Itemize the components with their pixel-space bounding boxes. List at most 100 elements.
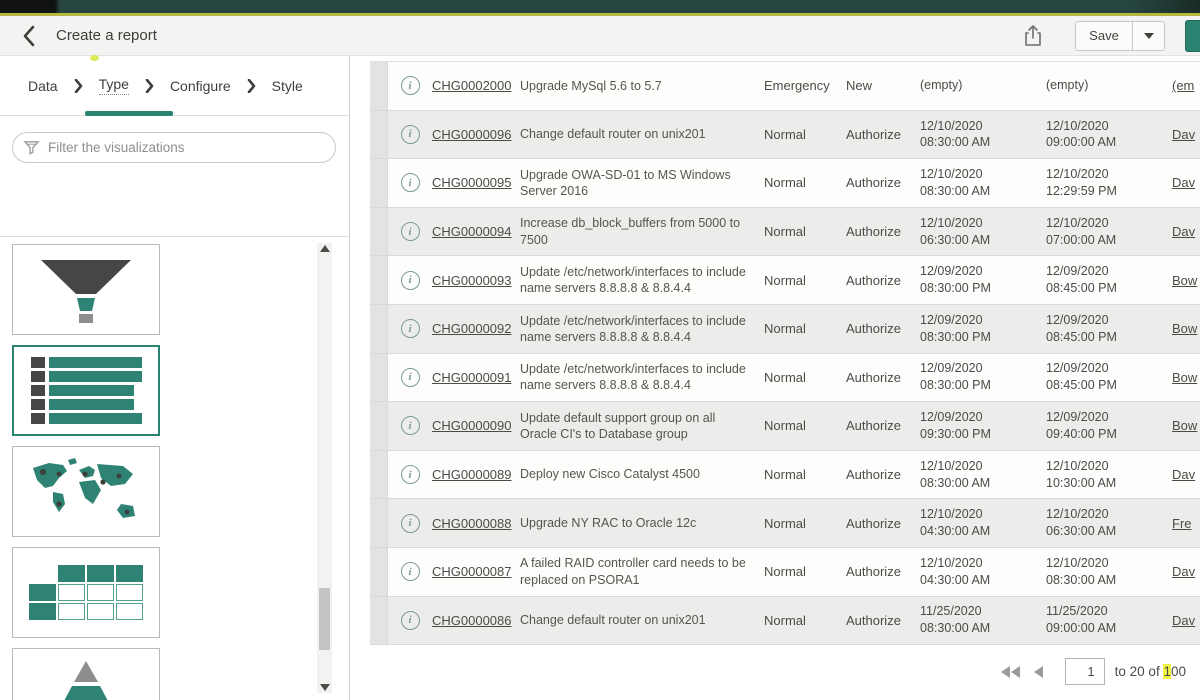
change-number-link[interactable]: CHG0000096 [432, 127, 512, 142]
prev-page-icon [1034, 666, 1043, 678]
assignee-link[interactable]: (em [1172, 78, 1194, 93]
table-row[interactable]: i CHG0000093 Update /etc/network/interfa… [370, 256, 1200, 305]
table-row[interactable]: i CHG0000092 Update /etc/network/interfa… [370, 305, 1200, 354]
state: Authorize [846, 516, 920, 531]
info-icon[interactable]: i [401, 514, 420, 533]
first-page-button[interactable] [1001, 666, 1020, 678]
short-description: Upgrade OWA-SD-01 to MS Windows Server 2… [520, 167, 764, 200]
change-number-link[interactable]: CHG0000092 [432, 321, 512, 336]
assignee-link[interactable]: Bow [1172, 321, 1197, 336]
assignee-link[interactable]: Fre [1172, 516, 1192, 531]
info-icon[interactable]: i [401, 125, 420, 144]
filter-input[interactable] [48, 140, 325, 155]
share-icon [1023, 24, 1043, 48]
assignee-link[interactable]: Bow [1172, 273, 1197, 288]
short-description: Update /etc/network/interfaces to includ… [520, 313, 764, 346]
save-split-button: Save [1075, 21, 1165, 51]
info-icon[interactable]: i [401, 271, 420, 290]
change-number-link[interactable]: CHG0000088 [432, 516, 512, 531]
priority: Normal [764, 321, 846, 336]
change-number-link[interactable]: CHG0000095 [432, 175, 512, 190]
viz-scrollbar[interactable] [317, 243, 332, 693]
table-row[interactable]: i CHG0000089 Deploy new Cisco Catalyst 4… [370, 451, 1200, 500]
short-description: Change default router on unix201 [520, 126, 764, 142]
priority: Normal [764, 613, 846, 628]
step-style[interactable]: Style [272, 78, 303, 94]
viz-list-selected[interactable] [12, 345, 160, 436]
priority: Normal [764, 127, 846, 142]
start-date: 11/25/2020 08:30:00 AM [920, 603, 1046, 637]
state: Authorize [846, 564, 920, 579]
info-icon[interactable]: i [401, 319, 420, 338]
assignee-link[interactable]: Dav [1172, 175, 1195, 190]
start-date: 12/10/2020 04:30:00 AM [920, 506, 1046, 540]
table-row[interactable]: i CHG0000086 Change default router on un… [370, 597, 1200, 646]
back-button[interactable] [22, 25, 42, 47]
start-date: (empty) [920, 77, 1046, 94]
table-row[interactable]: i CHG0000091 Update /etc/network/interfa… [370, 354, 1200, 403]
info-icon[interactable]: i [401, 611, 420, 630]
short-description: Upgrade MySql 5.6 to 5.7 [520, 78, 764, 94]
change-number-link[interactable]: CHG0000090 [432, 418, 512, 433]
short-description: Update /etc/network/interfaces to includ… [520, 264, 764, 297]
info-icon[interactable]: i [401, 562, 420, 581]
row-edge-strip [370, 597, 388, 645]
change-number-link[interactable]: CHG0000091 [432, 370, 512, 385]
info-icon[interactable]: i [401, 368, 420, 387]
scroll-up-icon[interactable] [320, 245, 330, 252]
state: Authorize [846, 370, 920, 385]
info-icon[interactable]: i [401, 76, 420, 95]
change-number-link[interactable]: CHG0000086 [432, 613, 512, 628]
viz-heatmap[interactable] [12, 547, 160, 638]
scroll-down-icon[interactable] [320, 684, 330, 691]
step-data[interactable]: Data [28, 78, 58, 94]
funnel-filter-icon [23, 139, 40, 156]
save-button[interactable]: Save [1075, 21, 1133, 51]
assignee-link[interactable]: Bow [1172, 418, 1197, 433]
table-row[interactable]: i CHG0000090 Update default support grou… [370, 402, 1200, 451]
assignee-link[interactable]: Bow [1172, 370, 1197, 385]
table-row[interactable]: i CHG0002000 Upgrade MySql 5.6 to 5.7 Em… [370, 62, 1200, 111]
step-type[interactable]: Type [99, 76, 129, 95]
pagination: to 20 of 100 [1001, 658, 1186, 685]
info-icon[interactable]: i [401, 465, 420, 484]
change-number-link[interactable]: CHG0000087 [432, 564, 512, 579]
info-icon[interactable]: i [401, 173, 420, 192]
viz-world-map[interactable] [12, 446, 160, 537]
table-row[interactable]: i CHG0000087 A failed RAID controller ca… [370, 548, 1200, 597]
assignee-link[interactable]: Dav [1172, 467, 1195, 482]
viz-funnel-chart[interactable] [12, 244, 160, 335]
change-number-link[interactable]: CHG0000094 [432, 224, 512, 239]
share-button[interactable] [1023, 24, 1045, 48]
table-row[interactable]: i CHG0000095 Upgrade OWA-SD-01 to MS Win… [370, 159, 1200, 208]
step-configure[interactable]: Configure [170, 78, 231, 94]
heatmap-icon [29, 565, 143, 620]
info-icon[interactable]: i [401, 222, 420, 241]
cursor-highlight-artifact [90, 55, 99, 61]
end-date: (empty) [1046, 77, 1172, 94]
assignee-link[interactable]: Dav [1172, 613, 1195, 628]
info-icon[interactable]: i [401, 416, 420, 435]
table-row[interactable]: i CHG0000094 Increase db_block_buffers f… [370, 208, 1200, 257]
table-row[interactable]: i CHG0000088 Upgrade NY RAC to Oracle 12… [370, 499, 1200, 548]
change-number-link[interactable]: CHG0002000 [432, 78, 512, 93]
change-number-link[interactable]: CHG0000089 [432, 467, 512, 482]
page-input[interactable] [1065, 658, 1105, 685]
viz-pyramid[interactable] [12, 648, 160, 700]
save-dropdown-button[interactable] [1133, 21, 1165, 51]
end-date: 12/10/2020 12:29:59 PM [1046, 166, 1172, 200]
row-edge-strip [370, 111, 388, 159]
priority: Normal [764, 224, 846, 239]
pyramid-icon [31, 655, 141, 700]
visualization-list [0, 236, 349, 700]
assignee-link[interactable]: Dav [1172, 224, 1195, 239]
wizard-breadcrumb: Data Type Configure Style [0, 56, 349, 116]
table-row[interactable]: i CHG0000096 Change default router on un… [370, 111, 1200, 160]
assignee-link[interactable]: Dav [1172, 127, 1195, 142]
clipped-primary-button[interactable] [1185, 20, 1200, 52]
change-number-link[interactable]: CHG0000093 [432, 273, 512, 288]
chevron-right-icon [74, 79, 83, 93]
assignee-link[interactable]: Dav [1172, 564, 1195, 579]
prev-page-button[interactable] [1034, 666, 1043, 678]
scrollbar-thumb[interactable] [319, 588, 330, 650]
